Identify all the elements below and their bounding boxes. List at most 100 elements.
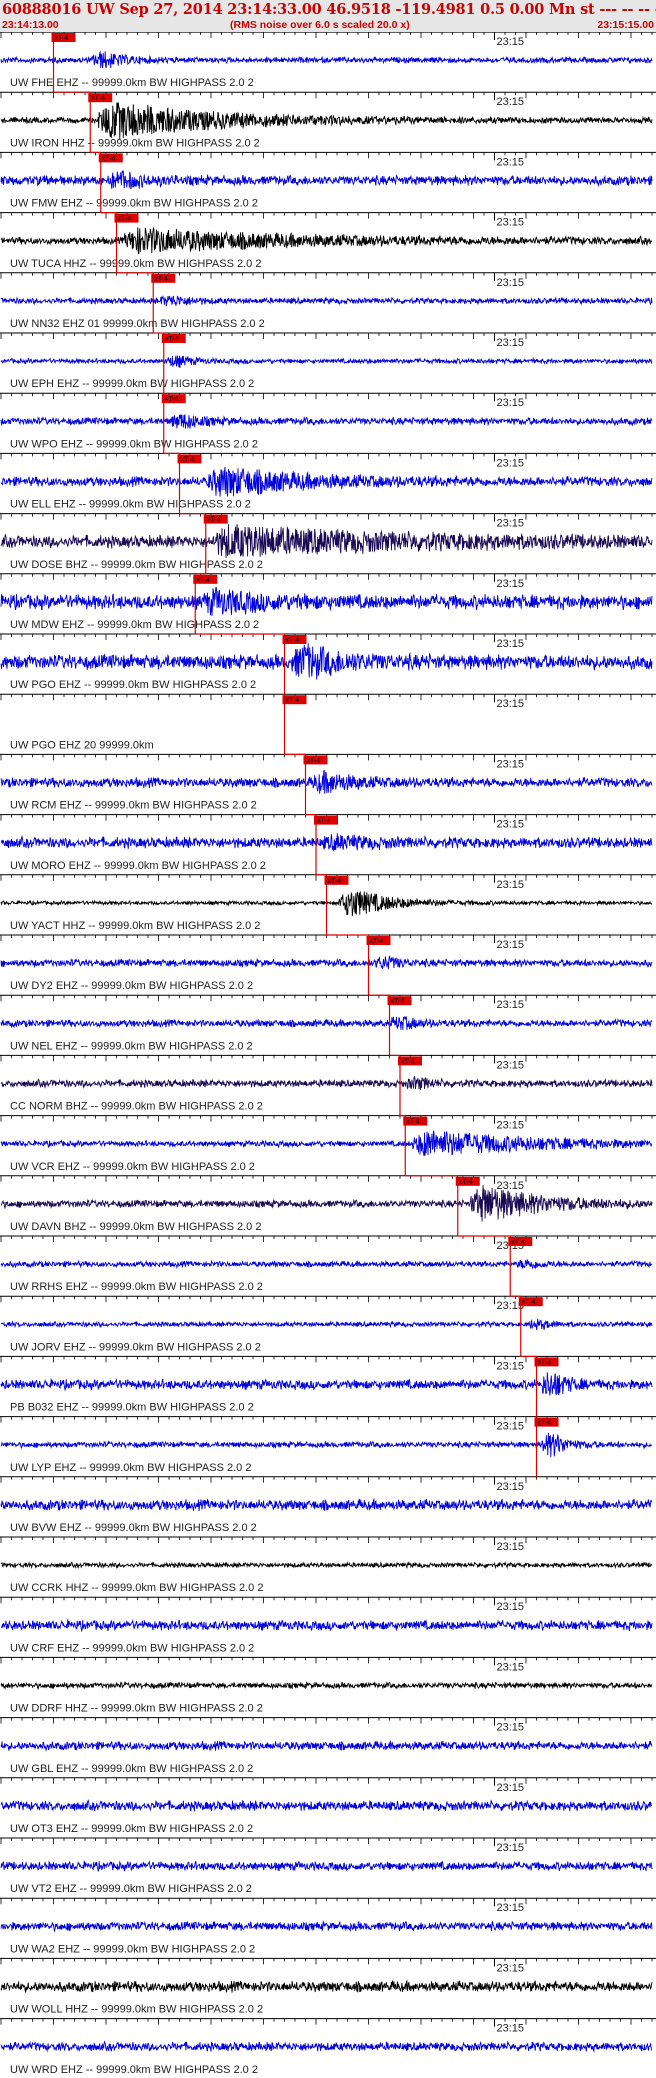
trace-label: UW WA2 EHZ -- 99999.0km BW HIGHPASS 2.0 … xyxy=(10,1943,255,1955)
minute-tick-label: 23:15 xyxy=(497,698,525,710)
waveform-trace xyxy=(0,355,653,368)
rms-note: (RMS noise over 6.0 s scaled 20.0 x) xyxy=(230,19,410,31)
minute-tick-label: 23:15 xyxy=(497,1782,525,1794)
waveform-trace xyxy=(0,1130,653,1157)
pick-marker-label: xT-4 xyxy=(181,456,195,463)
minute-tick-label: 23:15 xyxy=(497,999,525,1011)
trace-label: UW CRF EHZ -- 99999.0km BW HIGHPASS 2.0 … xyxy=(10,1642,254,1654)
trace-label: PB B032 EHZ -- 99999.0km BW HIGHPASS 2.0… xyxy=(10,1402,254,1414)
minute-tick-label: 23:15 xyxy=(497,1962,525,1974)
time-ticks xyxy=(0,393,653,400)
minute-tick-label: 23:15 xyxy=(497,1120,525,1132)
trace-label: UW NEL EHZ -- 99999.0km BW HIGHPASS 2.0 … xyxy=(10,1040,253,1052)
pick-marker-label: xT-4 xyxy=(286,637,300,644)
time-ticks xyxy=(0,32,653,38)
time-ticks xyxy=(0,573,653,580)
trace-label: UW JORV EHZ -- 99999.0km BW HIGHPASS 2.0… xyxy=(10,1341,261,1353)
waveform-trace xyxy=(0,50,653,69)
pick-marker-label: xT-4 xyxy=(406,1119,420,1126)
waveform-trace xyxy=(0,769,653,794)
pick-marker-label: xT-4 xyxy=(196,577,210,584)
waveform-trace xyxy=(0,1799,653,1812)
trace-label: UW EPH EHZ -- 99999.0km BW HIGHPASS 2.0 … xyxy=(10,378,254,390)
time-ticks xyxy=(0,1296,653,1303)
time-ticks xyxy=(0,1838,653,1844)
pick-marker-label: xT-4 xyxy=(328,878,342,885)
minute-tick-label: 23:15 xyxy=(497,1421,525,1433)
time-ticks xyxy=(0,152,653,159)
minute-tick-label: 23:15 xyxy=(497,578,525,590)
minute-tick-label: 23:15 xyxy=(497,277,525,289)
trace-label: UW FHE EHZ -- 99999.0km BW HIGHPASS 2.0 … xyxy=(10,77,254,89)
trace-label: UW ELL EHZ -- 99999.0km BW HIGHPASS 2.0 … xyxy=(10,499,251,511)
trace-label: UW RRHS EHZ -- 99999.0km BW HIGHPASS 2.0… xyxy=(10,1281,263,1293)
trace-label: UW DAVN BHZ -- 99999.0km BW HIGHPASS 2.0… xyxy=(10,1221,261,1233)
trace-label: CC NORM BHZ -- 99999.0km BW HIGHPASS 2.0… xyxy=(10,1101,263,1113)
time-ticks xyxy=(0,1777,653,1784)
trace-label: UW PGO EHZ -- 99999.0km BW HIGHPASS 2.0 … xyxy=(10,679,256,691)
pick-marker-label: xT-4 xyxy=(154,276,168,283)
minute-tick-label: 23:15 xyxy=(497,337,525,349)
waveform-trace xyxy=(0,102,653,140)
time-ticks xyxy=(0,1597,653,1604)
waveform-trace xyxy=(0,226,653,255)
minute-tick-label: 23:15 xyxy=(497,96,525,108)
minute-tick-label: 23:15 xyxy=(497,217,525,229)
minute-tick-label: 23:15 xyxy=(497,1059,525,1071)
pick-marker-label: xT-4 xyxy=(91,95,105,102)
minute-tick-label: 23:15 xyxy=(497,1902,525,1914)
pick-marker-label: xT-4 xyxy=(522,1299,536,1306)
waveform-trace xyxy=(0,170,653,190)
waveform-trace xyxy=(0,1185,653,1222)
waveform-trace xyxy=(0,1618,653,1633)
trace-label: UW DY2 EHZ -- 99999.0km BW HIGHPASS 2.0 … xyxy=(10,980,253,992)
waveform-trace xyxy=(0,1016,653,1030)
waveform-trace xyxy=(0,1979,653,1993)
time-ticks xyxy=(0,1476,653,1483)
pick-marker-label: xT-4 xyxy=(165,396,179,403)
waveform-trace xyxy=(0,414,653,429)
start-time: 23:14:13.00 xyxy=(2,19,59,31)
time-ticks xyxy=(0,935,653,941)
event-title: 60888016 UW Sep 27, 2014 23:14:33.00 46.… xyxy=(2,1,656,18)
pick-marker-label: xT-4 xyxy=(55,35,69,42)
time-ticks xyxy=(0,2018,653,2025)
waveform-trace xyxy=(0,586,653,616)
minute-tick-label: 23:15 xyxy=(497,1722,525,1734)
trace-label: UW LYP EHZ -- 99999.0km BW HIGHPASS 2.0 … xyxy=(10,1462,251,1474)
waveform-trace xyxy=(0,1860,653,1873)
trace-label: UW WRD EHZ -- 99999.0km BW HIGHPASS 2.0 … xyxy=(10,2064,258,2076)
waveform-trace xyxy=(0,643,653,680)
waveform-trace xyxy=(0,1497,652,1512)
trace-label: UW YACT HHZ -- 99999.0km BW HIGHPASS 2.0… xyxy=(10,920,260,932)
minute-tick-label: 23:15 xyxy=(497,1842,525,1854)
minute-tick-label: 23:15 xyxy=(497,1661,525,1673)
minute-tick-label: 23:15 xyxy=(497,397,525,409)
time-ticks xyxy=(0,333,653,339)
time-ticks xyxy=(0,513,653,520)
trace-label: UW MDW EHZ -- 99999.0km BW HIGHPASS 2.0 … xyxy=(10,619,259,631)
time-ticks xyxy=(0,1958,653,1965)
pick-marker-label: xT-4 xyxy=(165,336,179,343)
time-ticks xyxy=(0,1898,653,1905)
waveform-trace xyxy=(0,1318,653,1331)
time-ticks xyxy=(0,634,653,640)
minute-tick-label: 23:15 xyxy=(497,2023,525,2035)
waveform-trace xyxy=(0,2040,653,2053)
time-ticks xyxy=(0,272,653,279)
seismogram-plot: 23:15 UW FHE EHZ -- 99999.0km BW HIGHPASS… xyxy=(0,32,656,2076)
trace-label: UW GBL EHZ -- 99999.0km BW HIGHPASS 2.0 … xyxy=(10,1763,253,1775)
pick-marker-label: xT-4 xyxy=(538,1359,552,1366)
waveform-trace xyxy=(0,1372,653,1396)
waveform-trace xyxy=(1,1075,653,1090)
waveform-trace xyxy=(0,833,653,852)
pick-marker-label: xT-4 xyxy=(401,1058,415,1065)
waveform-trace xyxy=(0,1432,652,1458)
waveform-trace xyxy=(0,466,653,497)
time-ticks xyxy=(0,995,653,1002)
pick-marker-label: xT-4 xyxy=(286,697,300,704)
minute-tick-label: 23:15 xyxy=(497,1481,525,1493)
minute-tick-label: 23:15 xyxy=(497,1601,525,1613)
waveform-trace xyxy=(0,1920,653,1933)
trace-label: UW TUCA HHZ -- 99999.0km BW HIGHPASS 2.0… xyxy=(10,258,261,270)
